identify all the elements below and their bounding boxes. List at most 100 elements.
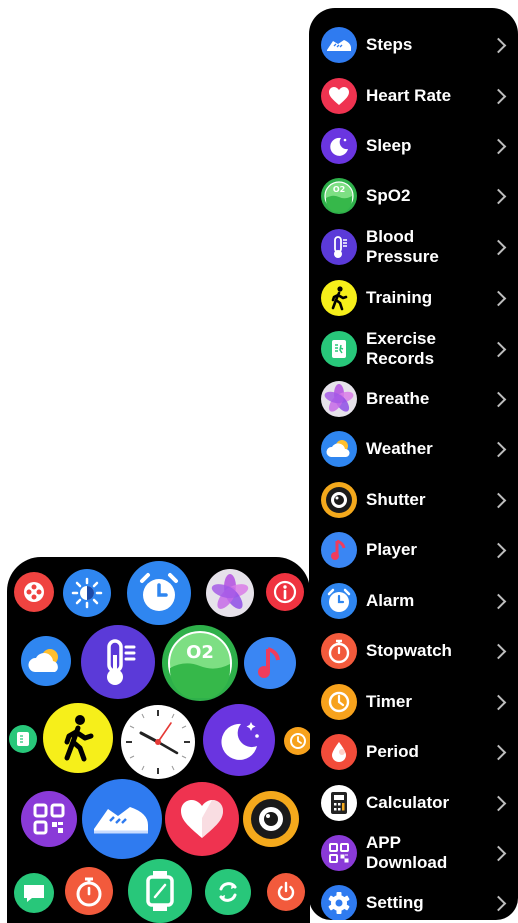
menu-item-label: Breathe — [366, 389, 430, 408]
app-bubble-stopwatch[interactable] — [65, 867, 113, 915]
message-bubble-icon — [21, 881, 47, 905]
menu-item-steps[interactable]: Steps — [309, 20, 518, 70]
calculator-icon — [321, 785, 357, 821]
menu-item-label: Setting — [366, 893, 424, 912]
menu-item-timer[interactable]: Timer — [309, 677, 518, 727]
menu-item-setting[interactable]: Setting — [309, 878, 518, 920]
menu-item-breathe[interactable]: Breathe — [309, 374, 518, 424]
app-bubble-alarm[interactable] — [127, 561, 191, 625]
app-bubble-info[interactable] — [266, 573, 304, 611]
chevron-right-icon — [490, 37, 507, 53]
app-bubble-spo2[interactable]: O2 — [162, 625, 238, 701]
menu-item-weather[interactable]: Weather — [309, 424, 518, 474]
music-note-icon — [321, 532, 357, 568]
menu-item-label: Blood Pressure — [366, 227, 439, 266]
menu-item-label: Heart Rate — [366, 86, 452, 105]
exercise-records-icon — [321, 331, 357, 367]
menu-item-app-download[interactable]: APP Download — [309, 828, 518, 878]
app-bubble-sleep[interactable] — [203, 704, 275, 776]
menu-item-heart-rate[interactable]: Heart Rate — [309, 71, 518, 121]
app-bubble-blood-pressure[interactable] — [81, 625, 155, 699]
menu-item-label: Training — [366, 288, 433, 307]
app-bubble-heart-rate[interactable] — [165, 782, 239, 856]
app-bubble-clock[interactable] — [121, 705, 195, 779]
gear-icon — [321, 885, 357, 920]
brightness-sun-icon — [70, 576, 104, 610]
heart-icon — [321, 78, 357, 114]
app-list-screen: Steps Heart Rate Sleep O2 SpO2 Blood Pre… — [309, 8, 518, 920]
menu-item-shutter[interactable]: Shutter — [309, 475, 518, 525]
menu-item-label: Stopwatch — [366, 641, 452, 660]
chevron-right-icon — [490, 542, 507, 558]
sleep-moon-icon — [215, 716, 263, 764]
menu-item-label: SpO2 — [366, 186, 411, 205]
menu-item-exercise-records[interactable]: Exercise Records — [309, 324, 518, 374]
chevron-right-icon — [490, 138, 507, 154]
chevron-right-icon — [490, 239, 507, 255]
menu-item-alarm[interactable]: Alarm — [309, 576, 518, 626]
app-bubble-exercise-records[interactable] — [9, 725, 37, 753]
menu-item-stopwatch[interactable]: Stopwatch — [309, 626, 518, 676]
menu-item-blood-pressure[interactable]: Blood Pressure — [309, 222, 518, 272]
menu-item-label: Player — [366, 540, 418, 559]
menu-item-label: Alarm — [366, 591, 415, 610]
qr-code-icon — [32, 802, 66, 836]
sync-arrows-icon — [213, 877, 243, 907]
menu-item-spo2[interactable]: O2 SpO2 — [309, 171, 518, 221]
menu-item-label: Sleep — [366, 136, 412, 155]
menu-item-calculator[interactable]: Calculator — [309, 778, 518, 828]
period-drop-icon — [321, 734, 357, 770]
chevron-right-icon — [490, 593, 507, 609]
menu-item-label: APP Download — [366, 833, 448, 872]
alarm-clock-icon — [321, 583, 357, 619]
app-bubble-timer[interactable] — [284, 727, 310, 755]
chevron-right-icon — [490, 441, 507, 457]
chevron-right-icon — [490, 88, 507, 104]
menu-item-period[interactable]: Period — [309, 727, 518, 777]
chevron-right-icon — [490, 188, 507, 204]
svg-text:O2: O2 — [333, 185, 345, 194]
shutter-camera-icon — [321, 482, 357, 518]
menu-item-label: Timer — [366, 692, 412, 711]
shutter-camera-icon — [246, 794, 296, 844]
app-bubble-weather[interactable] — [21, 636, 71, 686]
music-note-icon — [254, 644, 286, 682]
app-bubble-player[interactable] — [244, 637, 296, 689]
steps-icon — [90, 799, 154, 839]
heart-icon — [177, 796, 227, 842]
chevron-right-icon — [490, 895, 507, 911]
chevron-right-icon — [490, 643, 507, 659]
blood-pressure-thermometer-icon — [321, 229, 357, 265]
alarm-clock-icon — [136, 570, 182, 616]
stopwatch-icon — [321, 633, 357, 669]
menu-item-training[interactable]: Training — [309, 273, 518, 323]
analog-clock-icon — [121, 705, 195, 779]
steps-icon — [321, 27, 357, 63]
chevron-right-icon — [490, 694, 507, 710]
app-bubble-power[interactable] — [267, 873, 305, 911]
weather-cloud-icon — [26, 645, 66, 677]
app-bubble-watch-device[interactable] — [128, 859, 192, 923]
chevron-right-icon — [490, 795, 507, 811]
app-bubble-app-download[interactable] — [21, 791, 77, 847]
app-bubble-brightness[interactable] — [63, 569, 111, 617]
menu-item-player[interactable]: Player — [309, 525, 518, 575]
app-bubble-training[interactable] — [43, 703, 113, 773]
menu-item-sleep[interactable]: Sleep — [309, 121, 518, 171]
chevron-right-icon — [490, 290, 507, 306]
app-bubble-sync[interactable] — [205, 869, 251, 915]
app-bubble-breathe[interactable] — [206, 569, 254, 617]
weather-cloud-icon — [321, 431, 357, 467]
app-bubble-steps[interactable] — [82, 779, 162, 859]
film-reel-icon — [21, 579, 47, 605]
qr-code-icon — [321, 835, 357, 871]
app-bubble-shutter[interactable] — [243, 791, 299, 847]
app-bubble-film[interactable] — [14, 572, 54, 612]
app-bubble-messages[interactable] — [14, 873, 54, 913]
info-icon — [272, 579, 298, 605]
app-grid-screen: O2 — [7, 557, 310, 923]
menu-item-label: Calculator — [366, 793, 450, 812]
blood-pressure-thermometer-icon — [93, 635, 143, 689]
chevron-right-icon — [490, 492, 507, 508]
chevron-right-icon — [490, 744, 507, 760]
